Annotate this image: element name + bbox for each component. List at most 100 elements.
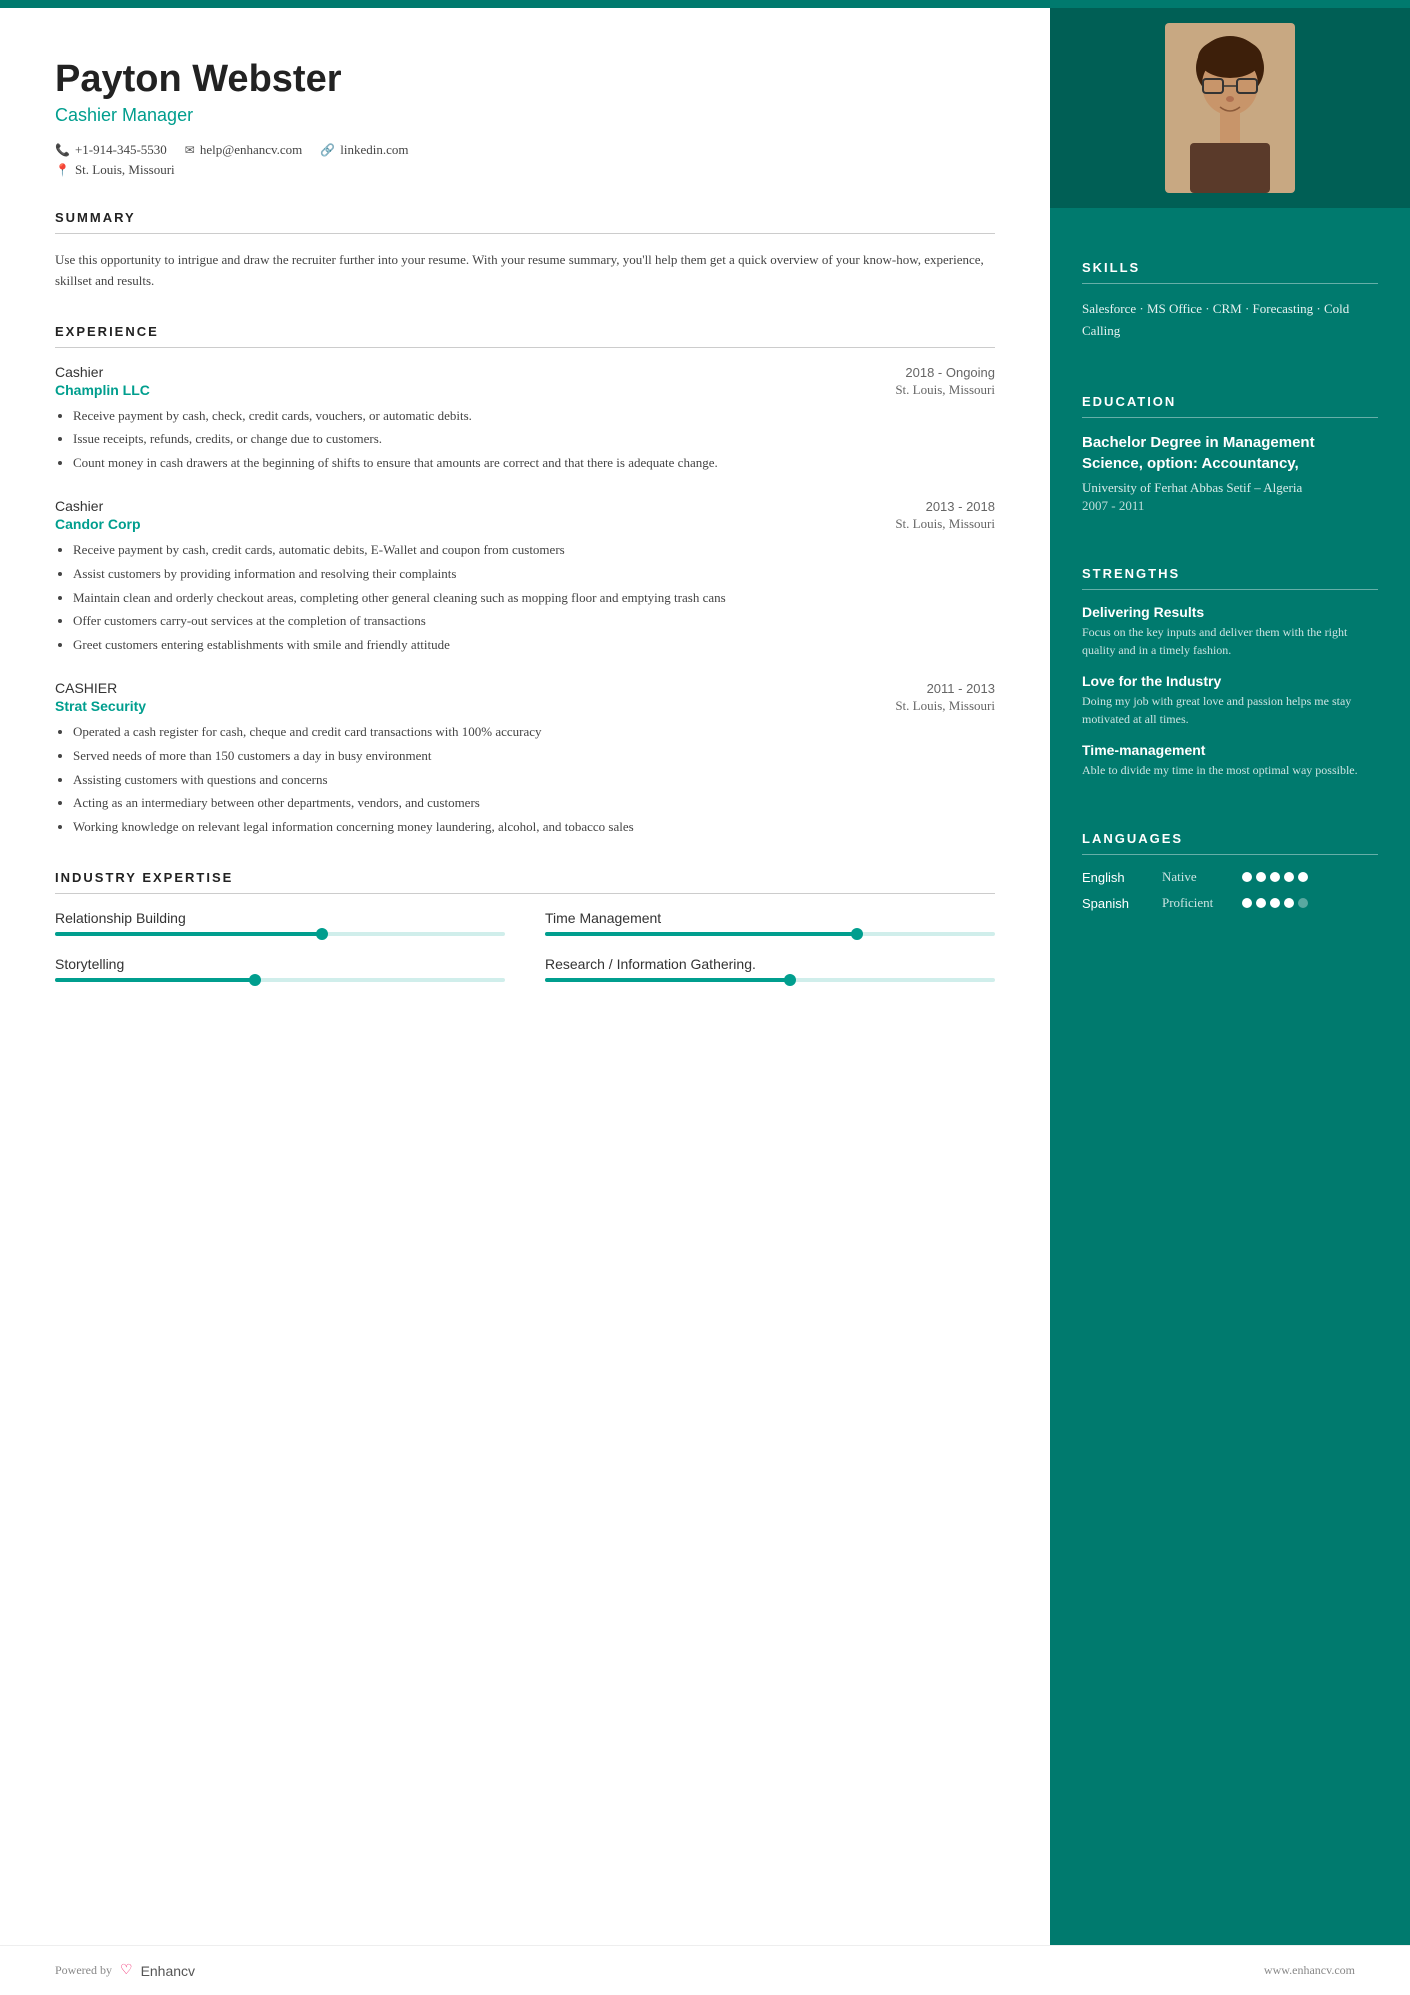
strengths-section: STRENGTHS Delivering Results Focus on th…: [1050, 542, 1410, 779]
job-title: Cashier Manager: [55, 105, 995, 126]
strength-item-1: Love for the Industry Doing my job with …: [1082, 673, 1378, 728]
expertise-item-2: Storytelling: [55, 956, 505, 982]
job-dates-1: 2018 - Ongoing: [905, 365, 995, 380]
skill-dot-2: [249, 974, 261, 986]
expertise-item-0: Relationship Building: [55, 910, 505, 936]
top-accent-bar: [0, 0, 1410, 8]
phone-icon: 📞: [55, 143, 70, 158]
bullet: Acting as an intermediary between other …: [73, 793, 995, 814]
skills-section: SKILLS Salesforce · MS Office · CRM · Fo…: [1050, 236, 1410, 342]
email-icon: ✉: [185, 143, 195, 158]
location-contact: 📍 St. Louis, Missouri: [55, 162, 995, 178]
header-section: Payton Webster Cashier Manager 📞 +1-914-…: [55, 58, 995, 178]
job-bullets-2: Receive payment by cash, credit cards, a…: [55, 540, 995, 656]
resume-container: Payton Webster Cashier Manager 📞 +1-914-…: [0, 8, 1410, 1945]
job-header-2: Cashier 2013 - 2018: [55, 498, 995, 514]
skill-bar-3: [545, 978, 995, 982]
job-role-2: Cashier: [55, 498, 103, 514]
job-company-2: Candor Corp: [55, 516, 141, 532]
job-meta-1: Champlin LLC St. Louis, Missouri: [55, 382, 995, 398]
expertise-label-0: Relationship Building: [55, 910, 505, 926]
link-icon: 🔗: [320, 143, 335, 158]
summary-title: SUMMARY: [55, 210, 995, 225]
footer-website: www.enhancv.com: [1264, 1963, 1355, 1978]
location-icon: 📍: [55, 163, 70, 178]
left-column: Payton Webster Cashier Manager 📞 +1-914-…: [0, 8, 1050, 1945]
bullet: Count money in cash drawers at the begin…: [73, 453, 995, 474]
edu-years: 2007 - 2011: [1082, 498, 1378, 514]
heart-icon: ♡: [120, 1962, 133, 1979]
expertise-item-1: Time Management: [545, 910, 995, 936]
expertise-label-2: Storytelling: [55, 956, 505, 972]
lang-dot: [1256, 872, 1266, 882]
skill-dot-3: [784, 974, 796, 986]
strength-desc-1: Doing my job with great love and passion…: [1082, 692, 1378, 728]
strength-desc-0: Focus on the key inputs and deliver them…: [1082, 623, 1378, 659]
profile-photo: [1165, 23, 1295, 193]
location-value: St. Louis, Missouri: [75, 162, 175, 178]
bullet: Receive payment by cash, credit cards, a…: [73, 540, 995, 561]
strength-name-1: Love for the Industry: [1082, 673, 1378, 689]
bullet: Working knowledge on relevant legal info…: [73, 817, 995, 838]
lang-dot: [1270, 898, 1280, 908]
expertise-item-3: Research / Information Gathering.: [545, 956, 995, 982]
job-bullets-3: Operated a cash register for cash, chequ…: [55, 722, 995, 838]
experience-divider: [55, 347, 995, 348]
contact-row-1: 📞 +1-914-345-5530 ✉ help@enhancv.com 🔗 l…: [55, 142, 995, 158]
right-column: SKILLS Salesforce · MS Office · CRM · Fo…: [1050, 8, 1410, 1945]
footer-left: Powered by ♡ Enhancv: [55, 1962, 195, 1979]
skills-divider: [1082, 283, 1378, 284]
email-contact: ✉ help@enhancv.com: [185, 142, 303, 158]
website-value: linkedin.com: [340, 142, 408, 158]
bullet: Operated a cash register for cash, chequ…: [73, 722, 995, 743]
footer: Powered by ♡ Enhancv www.enhancv.com: [0, 1945, 1410, 1995]
expertise-section: INDUSTRY EXPERTISE Relationship Building…: [55, 870, 995, 982]
candidate-name: Payton Webster: [55, 58, 995, 101]
expertise-label-3: Research / Information Gathering.: [545, 956, 995, 972]
bullet: Offer customers carry-out services at th…: [73, 611, 995, 632]
job-item-1: Cashier 2018 - Ongoing Champlin LLC St. …: [55, 364, 995, 474]
strength-name-0: Delivering Results: [1082, 604, 1378, 620]
skills-title: SKILLS: [1082, 260, 1378, 275]
lang-dot: [1242, 898, 1252, 908]
expertise-label-1: Time Management: [545, 910, 995, 926]
education-divider: [1082, 417, 1378, 418]
lang-dot: [1270, 872, 1280, 882]
lang-dots-0: [1242, 872, 1308, 882]
bullet: Greet customers entering establishments …: [73, 635, 995, 656]
job-role-3: CASHIER: [55, 680, 117, 696]
job-header-3: CASHIER 2011 - 2013: [55, 680, 995, 696]
lang-name-1: Spanish: [1082, 896, 1162, 911]
job-location-1: St. Louis, Missouri: [895, 382, 995, 398]
email-value: help@enhancv.com: [200, 142, 302, 158]
education-section: EDUCATION Bachelor Degree in Management …: [1050, 370, 1410, 514]
languages-divider: [1082, 854, 1378, 855]
edu-school: University of Ferhat Abbas Setif – Alger…: [1082, 480, 1378, 496]
bullet: Issue receipts, refunds, credits, or cha…: [73, 429, 995, 450]
brand-name: Enhancv: [141, 1963, 195, 1979]
skill-bar-fill-1: [545, 932, 860, 936]
job-company-1: Champlin LLC: [55, 382, 150, 398]
strength-desc-2: Able to divide my time in the most optim…: [1082, 761, 1378, 779]
lang-level-1: Proficient: [1162, 895, 1242, 911]
skill-bar-fill-0: [55, 932, 325, 936]
education-title: EDUCATION: [1082, 394, 1378, 409]
job-role-1: Cashier: [55, 364, 103, 380]
skill-dot-1: [851, 928, 863, 940]
expertise-title: INDUSTRY EXPERTISE: [55, 870, 995, 885]
bullet: Assisting customers with questions and c…: [73, 770, 995, 791]
job-item-2: Cashier 2013 - 2018 Candor Corp St. Loui…: [55, 498, 995, 656]
experience-section: EXPERIENCE Cashier 2018 - Ongoing Champl…: [55, 324, 995, 838]
skill-bar-fill-2: [55, 978, 258, 982]
phone-value: +1-914-345-5530: [75, 142, 167, 158]
lang-dots-1: [1242, 898, 1308, 908]
website-contact: 🔗 linkedin.com: [320, 142, 408, 158]
summary-divider: [55, 233, 995, 234]
job-meta-2: Candor Corp St. Louis, Missouri: [55, 516, 995, 532]
strength-name-2: Time-management: [1082, 742, 1378, 758]
job-bullets-1: Receive payment by cash, check, credit c…: [55, 406, 995, 474]
bullet: Assist customers by providing informatio…: [73, 564, 995, 585]
languages-section: LANGUAGES English Native Spanish Profici…: [1050, 807, 1410, 911]
lang-dot: [1242, 872, 1252, 882]
job-item-3: CASHIER 2011 - 2013 Strat Security St. L…: [55, 680, 995, 838]
